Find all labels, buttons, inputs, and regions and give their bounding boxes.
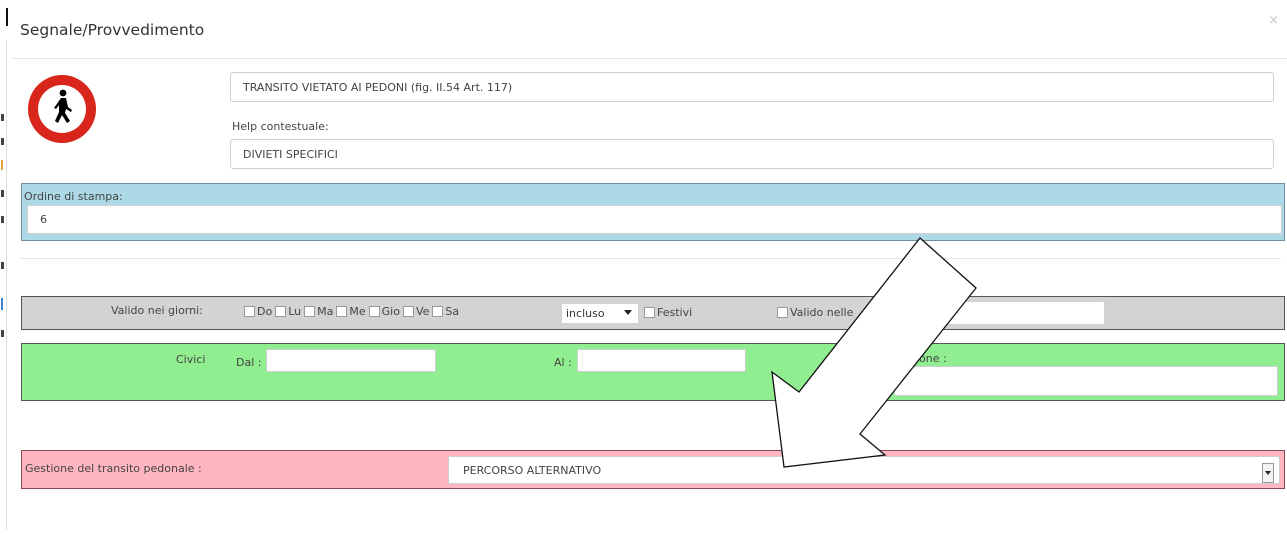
checkbox[interactable] [304,306,316,317]
print-order-label: Ordine di stampa: [24,190,123,203]
edge-divider [6,40,7,530]
day-label: Do [257,305,273,318]
pedestrian-label: Gestione del transito pedonale : [25,462,202,475]
checkbox[interactable] [432,306,444,317]
valid-days-label: Valido nei giorni: [111,304,203,317]
day-checkbox-me[interactable]: Me [336,305,366,318]
checkbox[interactable] [336,306,348,317]
holidays-checkbox[interactable]: Festivi [644,306,692,319]
day-checkbox-lu[interactable]: Lu [275,305,301,318]
civic-section: Civici Dal : Al : one : [21,343,1285,401]
section-divider [20,258,1281,259]
signal-dialog: Segnale/Provvedimento × TRANSITO VIETATO… [12,0,1287,535]
checkbox[interactable] [644,307,655,318]
edge-mark [1,190,4,197]
help-label: Help contestuale: [232,120,329,133]
day-checkbox-ma[interactable]: Ma [304,305,333,318]
day-checkbox-gio[interactable]: Gio [368,305,400,318]
edge-mark [1,262,4,269]
chevron-down-icon [624,310,632,315]
civic-label: Civici [176,353,206,366]
civic-from-label: Dal : [236,356,262,369]
dropdown-button[interactable] [1262,463,1274,483]
checkbox[interactable] [368,306,380,317]
edge-mark [1,330,4,337]
holidays-label: Festivi [657,306,693,319]
print-order-section: Ordine di stampa: 6 [21,183,1285,241]
checkbox[interactable] [244,306,255,317]
day-label: Ve [415,305,430,318]
background-window-edge [0,0,10,535]
text-cursor [6,8,8,26]
day-label: Me [349,305,366,318]
include-select-value: incluso [566,307,605,320]
day-label: Sa [445,305,460,318]
checkbox[interactable] [777,307,788,318]
day-label: Lu [288,305,302,318]
day-checkbox-sa[interactable]: Sa [432,305,459,318]
valid-days-section: Valido nei giorni: Do Lu Ma Me Gio Ve Sa… [21,296,1285,330]
civic-to-field[interactable] [577,349,746,372]
checkbox[interactable] [275,306,287,317]
help-field[interactable]: DIVIETI SPECIFICI [230,139,1274,169]
print-order-field[interactable]: 6 [27,205,1282,234]
pedestrian-select-value: PERCORSO ALTERNATIVO [463,463,602,477]
valid-in-label: Valido nelle [790,306,854,319]
checkbox[interactable] [402,306,414,317]
civic-extra-label: one : [919,352,947,365]
close-icon[interactable]: × [1268,13,1279,28]
days-checkbox-group: Do Lu Ma Me Gio Ve Sa [244,305,462,318]
edge-mark [1,298,3,310]
day-checkbox-ve[interactable]: Ve [402,305,430,318]
no-pedestrians-sign-icon [28,75,96,143]
edge-mark [1,160,3,170]
edge-mark [1,216,4,223]
civic-to-label: Al : [554,356,572,369]
header-divider [12,58,1287,59]
day-label: Gio [381,305,400,318]
dialog-title: Segnale/Provvedimento [20,21,205,39]
day-label: Ma [317,305,334,318]
day-checkbox-do[interactable]: Do [244,305,272,318]
edge-mark [1,138,4,145]
signal-name-field[interactable]: TRANSITO VIETATO AI PEDONI (fig. II.54 A… [230,72,1274,102]
include-select[interactable]: incluso [562,304,638,323]
edge-mark [1,114,4,121]
pedestrian-select[interactable]: PERCORSO ALTERNATIVO [448,456,1280,484]
pedestrian-section: Gestione del transito pedonale : PERCORS… [21,450,1285,489]
valid-in-checkbox[interactable]: Valido nelle [777,306,853,319]
civic-from-field[interactable] [266,349,436,372]
valid-in-field[interactable] [942,301,1105,325]
civic-extra-field[interactable] [894,366,1278,396]
chevron-down-icon [1265,471,1271,475]
